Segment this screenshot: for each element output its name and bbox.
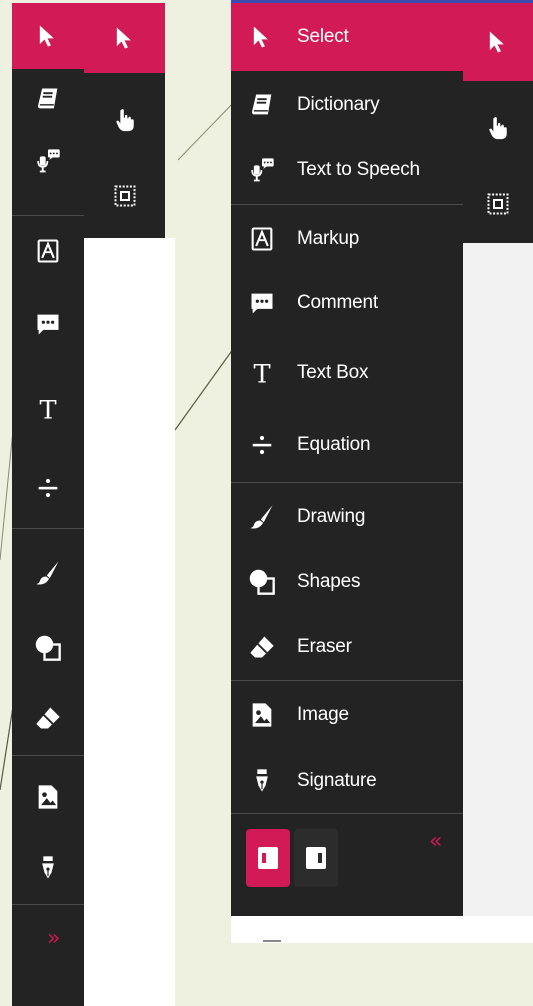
shapes-icon bbox=[249, 569, 275, 595]
tool-text-box[interactable]: T bbox=[12, 373, 84, 445]
collapse-toolbar-button[interactable]: « bbox=[429, 829, 442, 854]
collapsed-toolbar: T » bbox=[12, 3, 84, 1006]
tool-label: Signature bbox=[297, 770, 377, 791]
hand-pointer-icon bbox=[489, 117, 507, 140]
speaker-icon bbox=[37, 149, 60, 173]
speaker-icon bbox=[251, 158, 274, 182]
tool-eraser[interactable]: Eraser bbox=[231, 614, 463, 680]
view-tools-strip bbox=[463, 3, 533, 243]
separator bbox=[12, 528, 84, 529]
hand-pointer-icon bbox=[115, 109, 134, 132]
tool-pan[interactable] bbox=[463, 93, 533, 163]
document-page bbox=[84, 238, 175, 1006]
tool-label: Text to Speech bbox=[297, 159, 420, 180]
tool-label: Drawing bbox=[297, 506, 366, 527]
svg-text:T: T bbox=[39, 395, 56, 423]
fountain-pen-icon bbox=[256, 769, 268, 792]
book-icon bbox=[38, 88, 58, 109]
tool-select[interactable] bbox=[463, 3, 533, 81]
cursor-arrow-icon bbox=[253, 26, 268, 48]
separator bbox=[12, 215, 84, 216]
highlighter-icon bbox=[37, 239, 59, 263]
expanded-toolbar: Select Dictionary Text to Speech Markup … bbox=[231, 3, 463, 916]
tool-label: Dictionary bbox=[297, 94, 380, 115]
divide-icon bbox=[252, 435, 272, 455]
toolbar-position-right-toggle[interactable] bbox=[294, 829, 338, 887]
separator bbox=[12, 755, 84, 756]
comment-bubble-icon bbox=[37, 314, 59, 335]
brush-icon bbox=[250, 505, 273, 529]
tool-label: Text Box bbox=[297, 362, 369, 383]
separator bbox=[231, 204, 463, 205]
document-page-bottom bbox=[231, 916, 533, 943]
tool-comment[interactable]: Comment bbox=[231, 270, 463, 336]
tool-image[interactable] bbox=[12, 761, 84, 833]
dock-left-icon bbox=[258, 847, 278, 869]
tool-label: Eraser bbox=[297, 636, 352, 657]
view-tools-strip bbox=[84, 3, 165, 238]
separator bbox=[12, 904, 84, 905]
tool-signature[interactable] bbox=[12, 835, 84, 901]
text-t-icon: T bbox=[253, 359, 270, 387]
eraser-icon bbox=[250, 636, 274, 658]
tool-shapes[interactable] bbox=[12, 613, 84, 683]
expand-toolbar-button[interactable]: » bbox=[47, 926, 60, 951]
tool-label: Equation bbox=[297, 434, 371, 455]
comment-bubble-icon bbox=[251, 293, 273, 314]
dock-right-icon bbox=[306, 847, 326, 869]
separator bbox=[231, 680, 463, 681]
document-page bbox=[463, 243, 533, 916]
tool-equation[interactable]: Equation bbox=[231, 411, 463, 479]
tool-dictionary[interactable]: Dictionary bbox=[231, 73, 463, 137]
cursor-arrow-icon bbox=[39, 25, 54, 47]
shapes-icon bbox=[35, 635, 61, 661]
tool-eraser[interactable] bbox=[12, 683, 84, 753]
tool-dictionary[interactable] bbox=[12, 69, 84, 129]
separator bbox=[231, 813, 463, 814]
tool-signature[interactable]: Signature bbox=[231, 748, 463, 814]
tool-image[interactable]: Image bbox=[231, 682, 463, 748]
tool-text-box[interactable]: T Text Box bbox=[231, 339, 463, 407]
tool-area-select[interactable] bbox=[463, 171, 533, 237]
tool-text-to-speech[interactable]: Text to Speech bbox=[231, 137, 463, 203]
tool-label: Markup bbox=[297, 228, 360, 249]
eraser-icon bbox=[36, 707, 60, 729]
marquee-select-icon bbox=[114, 185, 135, 207]
highlighter-icon bbox=[251, 227, 273, 251]
tool-pan[interactable] bbox=[84, 83, 165, 157]
separator bbox=[231, 482, 463, 483]
fountain-pen-icon bbox=[42, 856, 54, 879]
divide-icon bbox=[38, 478, 58, 498]
tool-shapes[interactable]: Shapes bbox=[231, 549, 463, 615]
tool-select[interactable]: Select bbox=[231, 3, 463, 71]
tool-drawing[interactable]: Drawing bbox=[231, 484, 463, 550]
tool-text-to-speech[interactable] bbox=[12, 129, 84, 193]
tool-label: Shapes bbox=[297, 571, 361, 592]
image-icon bbox=[38, 785, 58, 809]
cursor-arrow-icon bbox=[489, 31, 504, 53]
book-icon bbox=[252, 94, 272, 115]
tool-label: Image bbox=[297, 704, 349, 725]
tool-markup[interactable] bbox=[12, 218, 84, 284]
tool-equation[interactable] bbox=[12, 451, 84, 525]
tool-label: Comment bbox=[297, 292, 378, 313]
toolbar-position-left-toggle[interactable] bbox=[246, 829, 290, 887]
scroll-indicator bbox=[263, 940, 281, 942]
text-t-icon: T bbox=[39, 395, 56, 423]
svg-text:T: T bbox=[253, 359, 270, 387]
tool-select[interactable] bbox=[84, 3, 165, 73]
tool-drawing[interactable] bbox=[12, 533, 84, 613]
tool-select[interactable] bbox=[12, 3, 84, 69]
cursor-arrow-icon bbox=[116, 27, 131, 49]
brush-icon bbox=[36, 561, 59, 585]
marquee-select-icon bbox=[487, 193, 509, 215]
image-icon bbox=[252, 703, 272, 727]
tool-area-select[interactable] bbox=[84, 163, 165, 229]
tool-markup[interactable]: Markup bbox=[231, 206, 463, 272]
tool-comment[interactable] bbox=[12, 286, 84, 362]
tool-label: Select bbox=[297, 26, 349, 47]
